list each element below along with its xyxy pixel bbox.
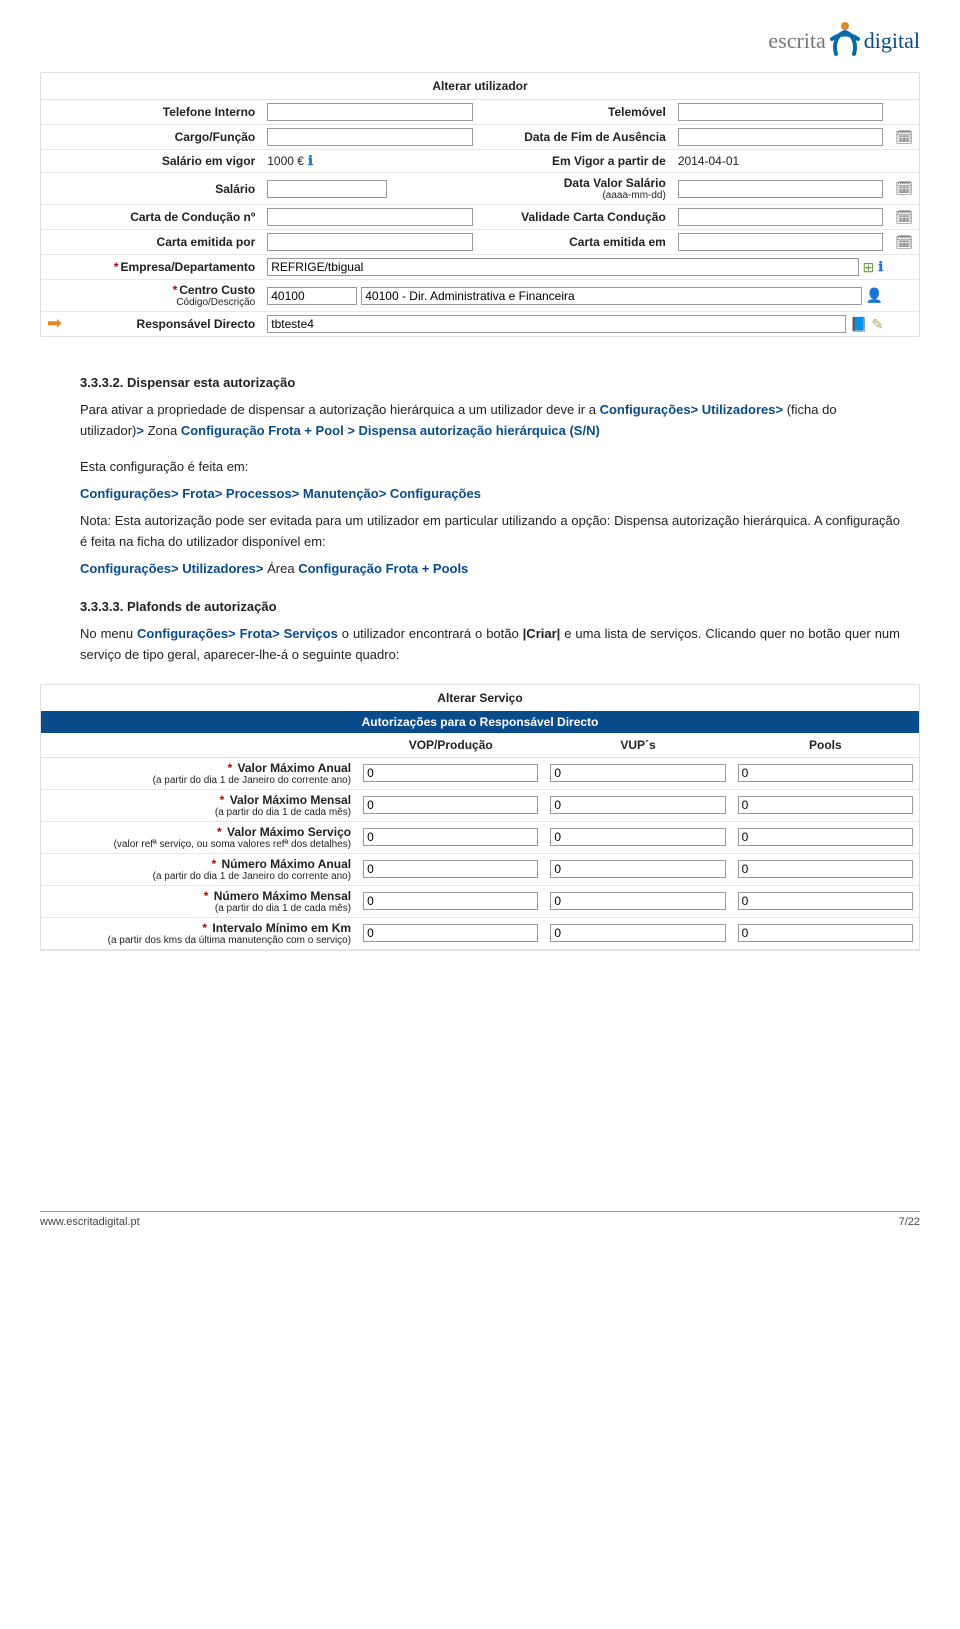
calendar-icon[interactable]: 🗓 bbox=[895, 180, 913, 196]
pencil-icon[interactable]: ✎ bbox=[871, 316, 883, 333]
config-path: Configurações> Utilizadores> Área Config… bbox=[80, 559, 900, 580]
carta-emitida-em-label: Carta emitida em bbox=[479, 230, 672, 255]
service-row: * Número Máximo Mensal(a partir do dia 1… bbox=[41, 885, 919, 917]
footer-page: 7/22 bbox=[899, 1216, 920, 1228]
service-row: * Valor Máximo Serviço(valor refª serviç… bbox=[41, 821, 919, 853]
lookup-icon[interactable]: 👤 bbox=[866, 287, 883, 304]
col-header: VOP/Produção bbox=[357, 733, 544, 758]
salario-label: Salário bbox=[68, 173, 261, 205]
service-value-input[interactable] bbox=[363, 828, 538, 846]
carta-emitida-por-label: Carta emitida por bbox=[68, 230, 261, 255]
logo-icon bbox=[828, 20, 862, 62]
service-value-input[interactable] bbox=[738, 892, 913, 910]
footer-url: www.escritadigital.pt bbox=[40, 1216, 140, 1228]
section-heading: 3.3.3.2. Dispensar esta autorização bbox=[80, 373, 900, 394]
service-value-input[interactable] bbox=[738, 828, 913, 846]
service-row-label: * Intervalo Mínimo em Km(a partir dos km… bbox=[41, 917, 357, 949]
service-value-input[interactable] bbox=[550, 764, 725, 782]
fim-ausencia-input[interactable] bbox=[678, 128, 883, 146]
fim-ausencia-label: Data de Fim de Ausência bbox=[479, 125, 672, 150]
empresa-input[interactable] bbox=[267, 258, 858, 276]
section-heading: 3.3.3.3. Plafonds de autorização bbox=[80, 597, 900, 618]
carta-emitida-por-input[interactable] bbox=[267, 233, 472, 251]
em-vigor-value: 2014-04-01 bbox=[678, 154, 739, 168]
carta-emitida-em-input[interactable] bbox=[678, 233, 883, 251]
page-footer: www.escritadigital.pt 7/22 bbox=[40, 1211, 920, 1228]
service-value-input[interactable] bbox=[550, 924, 725, 942]
responsavel-input[interactable] bbox=[267, 315, 846, 333]
service-value-input[interactable] bbox=[363, 892, 538, 910]
cargo-input[interactable] bbox=[267, 128, 472, 146]
paragraph: No menu Configurações> Frota> Serviços o… bbox=[80, 624, 900, 666]
service-value-input[interactable] bbox=[550, 796, 725, 814]
service-row-label: * Valor Máximo Serviço(valor refª serviç… bbox=[41, 821, 357, 853]
telemovel-input[interactable] bbox=[678, 103, 883, 121]
em-vigor-label: Em Vigor a partir de bbox=[479, 150, 672, 173]
service-value-input[interactable] bbox=[363, 764, 538, 782]
service-value-input[interactable] bbox=[550, 828, 725, 846]
data-valor-input[interactable] bbox=[678, 180, 883, 198]
logo: escrita digital bbox=[40, 0, 920, 72]
logo-text-2: digital bbox=[864, 28, 920, 54]
service-subtitle: Autorizações para o Responsável Directo bbox=[41, 711, 919, 733]
service-row-label: * Valor Máximo Anual(a partir do dia 1 d… bbox=[41, 757, 357, 789]
service-row: * Valor Máximo Mensal(a partir do dia 1 … bbox=[41, 789, 919, 821]
cargo-label: Cargo/Função bbox=[68, 125, 261, 150]
service-row-label: * Número Máximo Mensal(a partir do dia 1… bbox=[41, 885, 357, 917]
carta-num-label: Carta de Condução nº bbox=[68, 205, 261, 230]
service-row-label: * Número Máximo Anual(a partir do dia 1 … bbox=[41, 853, 357, 885]
service-value-input[interactable] bbox=[738, 860, 913, 878]
service-form: Alterar Serviço Autorizações para o Resp… bbox=[40, 684, 920, 951]
calendar-icon[interactable]: 🗓 bbox=[895, 209, 913, 225]
centro-code-input[interactable] bbox=[267, 287, 357, 305]
validade-carta-label: Validade Carta Condução bbox=[479, 205, 672, 230]
responsavel-label: Responsável Directo bbox=[68, 312, 261, 337]
tel-int-input[interactable] bbox=[267, 103, 472, 121]
service-value-input[interactable] bbox=[738, 796, 913, 814]
paragraph: Nota: Esta autorização pode ser evitada … bbox=[80, 511, 900, 553]
calendar-icon[interactable]: 🗓 bbox=[895, 129, 913, 145]
calendar-icon[interactable]: 🗓 bbox=[895, 234, 913, 250]
tel-int-label: Telefone Interno bbox=[68, 100, 261, 125]
arrow-icon: ➡ bbox=[47, 313, 62, 333]
validade-carta-input[interactable] bbox=[678, 208, 883, 226]
paragraph: Para ativar a propriedade de dispensar a… bbox=[80, 400, 900, 442]
service-value-input[interactable] bbox=[738, 924, 913, 942]
service-row: * Valor Máximo Anual(a partir do dia 1 d… bbox=[41, 757, 919, 789]
document-body: 3.3.3.2. Dispensar esta autorização Para… bbox=[40, 337, 920, 666]
tree-icon[interactable]: ⊞ bbox=[863, 259, 875, 276]
telemovel-label: Telemóvel bbox=[479, 100, 672, 125]
paragraph: Esta configuração é feita em: bbox=[80, 457, 900, 478]
service-value-input[interactable] bbox=[550, 892, 725, 910]
info-icon[interactable]: ℹ bbox=[308, 153, 313, 169]
centro-label: *Centro Custo Código/Descrição bbox=[68, 280, 261, 312]
service-value-input[interactable] bbox=[363, 860, 538, 878]
salario-input[interactable] bbox=[267, 180, 387, 198]
col-header: VUP´s bbox=[544, 733, 731, 758]
service-header-row: VOP/Produção VUP´s Pools bbox=[41, 733, 919, 758]
empresa-label: *Empresa/Departamento bbox=[68, 255, 261, 280]
service-row: * Número Máximo Anual(a partir do dia 1 … bbox=[41, 853, 919, 885]
form-title: Alterar utilizador bbox=[41, 73, 919, 100]
logo-text-1: escrita bbox=[768, 28, 825, 54]
service-value-input[interactable] bbox=[738, 764, 913, 782]
service-value-input[interactable] bbox=[363, 796, 538, 814]
carta-num-input[interactable] bbox=[267, 208, 472, 226]
info-icon[interactable]: ℹ bbox=[878, 259, 883, 275]
col-header: Pools bbox=[732, 733, 919, 758]
service-value-input[interactable] bbox=[550, 860, 725, 878]
book-icon[interactable]: 📘 bbox=[850, 316, 867, 333]
salario-vigor-value: 1000 € bbox=[267, 154, 304, 168]
service-row: * Intervalo Mínimo em Km(a partir dos km… bbox=[41, 917, 919, 949]
service-title: Alterar Serviço bbox=[41, 685, 919, 711]
service-value-input[interactable] bbox=[363, 924, 538, 942]
user-form: Alterar utilizador Telefone Interno Tele… bbox=[40, 72, 920, 337]
centro-desc-input[interactable] bbox=[361, 287, 862, 305]
service-row-label: * Valor Máximo Mensal(a partir do dia 1 … bbox=[41, 789, 357, 821]
config-path: Configurações> Frota> Processos> Manuten… bbox=[80, 484, 900, 505]
data-valor-label: Data Valor Salário (aaaa-mm-dd) bbox=[479, 173, 672, 205]
salario-vigor-label: Salário em vigor bbox=[68, 150, 261, 173]
